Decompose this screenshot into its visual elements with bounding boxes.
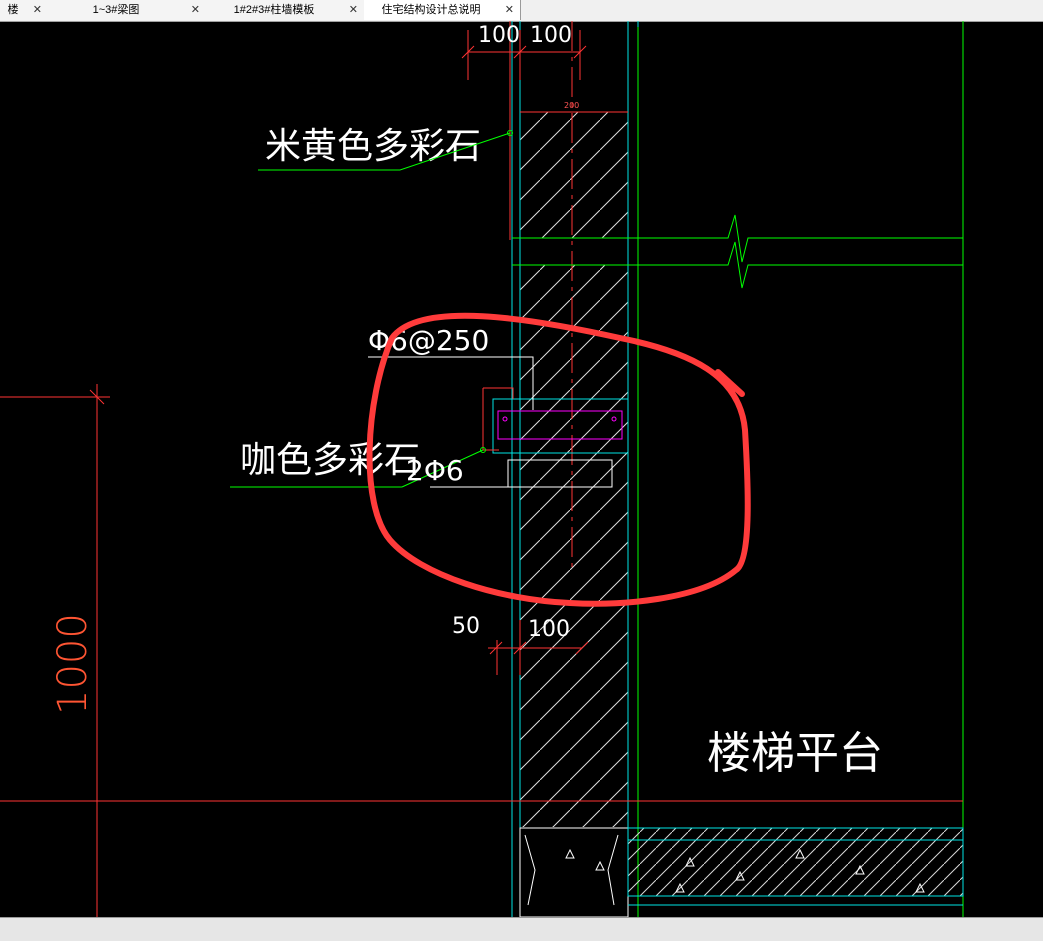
tab-label: 楼: [7, 4, 19, 16]
tab-beam-drawing[interactable]: 1~3#梁图 ✕: [48, 0, 207, 20]
dim-wall-200: 200: [564, 101, 579, 110]
dim-height-1000: 1000: [50, 613, 96, 715]
cad-drawing-canvas[interactable]: 100 100 200 米黄色多彩石 Φ6@250 2Φ6 咖色多彩石 1000: [0, 21, 1043, 918]
label-coffee-stone: 咖色多彩石: [240, 440, 420, 481]
tab-label: 住宅结构设计总说明: [381, 4, 481, 16]
label-stair-platform: 楼梯平台: [707, 728, 883, 779]
wall-section: [509, 21, 639, 917]
dim-bottom-50: 50: [452, 614, 480, 639]
close-icon[interactable]: ✕: [505, 0, 514, 20]
label-beige-stone: 米黄色多彩石: [265, 126, 481, 167]
dim-top-right: 100: [530, 23, 572, 48]
close-icon[interactable]: ✕: [191, 0, 200, 20]
tab-structural-notes[interactable]: 住宅结构设计总说明 ✕: [364, 0, 521, 20]
floor-slab: [519, 827, 964, 918]
dim-top-left: 100: [478, 23, 520, 48]
close-icon[interactable]: ✕: [33, 0, 42, 20]
drawing-tab-bar: 楼 ✕ 1~3#梁图 ✕ 1#2#3#柱墙模板 ✕ 住宅结构设计总说明 ✕: [0, 0, 1043, 22]
dim-bottom-100: 100: [528, 617, 570, 642]
tab-label: 1#2#3#柱墙模板: [233, 4, 315, 16]
status-bar: [0, 917, 1043, 941]
tab-column-wall-template[interactable]: 1#2#3#柱墙模板 ✕: [206, 0, 365, 20]
tab-label: 1~3#梁图: [92, 4, 140, 16]
tab-drawing-1[interactable]: 楼 ✕: [0, 0, 49, 20]
close-icon[interactable]: ✕: [349, 0, 358, 20]
